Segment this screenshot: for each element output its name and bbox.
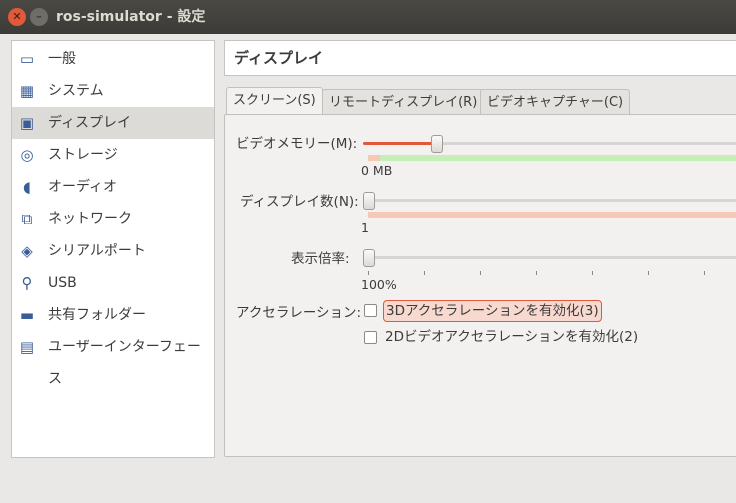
network-icon: ⧉ — [21, 210, 33, 228]
tab-remote-display[interactable]: リモートディスプレイ(R) — [322, 89, 485, 115]
video-memory-label: ビデオメモリー(M): — [236, 136, 358, 152]
screen-tab-panel — [224, 114, 736, 457]
scale-tick — [536, 271, 537, 275]
sidebar-item-user-interface[interactable]: ▤ ユーザーインターフェース — [12, 331, 214, 387]
settings-sidebar: ▭ 一般 ▦ システム ▣ ディスプレイ ◎ ストレージ ◖ オーディオ ⧉ ネ… — [11, 40, 215, 458]
sidebar-item-label: ストレージ — [48, 147, 118, 163]
scale-tick — [480, 271, 481, 275]
accel-3d-checkbox-label[interactable]: 3Dアクセラレーションを有効化(3) — [383, 300, 602, 322]
display-icon: ▣ — [19, 114, 35, 132]
sidebar-item-label: 共有フォルダー — [48, 307, 146, 323]
accel-3d-checkbox[interactable] — [364, 304, 377, 317]
sidebar-item-display[interactable]: ▣ ディスプレイ — [12, 107, 214, 139]
page-header: ディスプレイ — [224, 40, 736, 76]
scale-factor-label: 表示倍率: — [291, 251, 350, 267]
sidebar-item-serial-port[interactable]: ◈ シリアルポート — [12, 235, 214, 267]
serial-port-icon: ◈ — [21, 242, 33, 260]
scale-factor-min-label: 100% — [361, 277, 397, 292]
monitor-count-label: ディスプレイ数(N): — [240, 194, 359, 210]
sidebar-item-usb[interactable]: ⚲ USB — [12, 267, 214, 299]
scale-factor-slider[interactable] — [363, 249, 375, 267]
sidebar-item-label: 一般 — [48, 51, 76, 67]
general-icon: ▭ — [19, 50, 35, 68]
storage-icon: ◎ — [20, 146, 34, 164]
sidebar-item-label: ユーザーインターフェース — [48, 339, 201, 387]
title-bar: ✕ – ros-simulator - 設定 — [0, 0, 736, 34]
sidebar-item-label: ネットワーク — [48, 211, 132, 227]
monitor-count-warn-band — [368, 212, 736, 218]
sidebar-item-label: ディスプレイ — [48, 115, 132, 131]
scale-factor-track — [363, 256, 736, 259]
monitor-count-min-label: 1 — [361, 220, 369, 235]
tab-video-capture[interactable]: ビデオキャプチャー(C) — [480, 89, 631, 115]
user-interface-icon: ▤ — [19, 338, 35, 356]
sidebar-item-label: オーディオ — [48, 179, 118, 195]
scale-tick — [648, 271, 649, 275]
shared-folder-icon: ▬ — [19, 306, 35, 324]
acceleration-label: アクセラレーション: — [236, 305, 362, 321]
usb-icon: ⚲ — [21, 274, 33, 292]
sidebar-item-general[interactable]: ▭ 一般 — [12, 43, 214, 75]
video-memory-min-label: 0 MB — [361, 163, 393, 178]
video-memory-ok-band — [380, 155, 736, 161]
minimize-icon[interactable]: – — [30, 8, 48, 26]
sidebar-item-system[interactable]: ▦ システム — [12, 75, 214, 107]
window-title: ros-simulator - 設定 — [56, 9, 206, 25]
sidebar-item-label: シリアルポート — [48, 243, 146, 259]
scale-tick — [424, 271, 425, 275]
video-memory-slider[interactable] — [431, 135, 443, 153]
video-memory-warn-band — [368, 155, 380, 161]
close-icon[interactable]: ✕ — [8, 8, 26, 26]
tab-screen[interactable]: スクリーン(S) — [226, 87, 323, 115]
sidebar-item-shared-folders[interactable]: ▬ 共有フォルダー — [12, 299, 214, 331]
scale-tick — [368, 271, 369, 275]
accel-2d-checkbox-label[interactable]: 2Dビデオアクセラレーションを有効化(2) — [385, 327, 638, 347]
system-icon: ▦ — [19, 82, 35, 100]
sidebar-item-storage[interactable]: ◎ ストレージ — [12, 139, 214, 171]
accel-2d-checkbox[interactable] — [364, 331, 377, 344]
scale-tick — [704, 271, 705, 275]
sidebar-item-audio[interactable]: ◖ オーディオ — [12, 171, 214, 203]
monitor-count-track — [363, 199, 736, 202]
page-title: ディスプレイ — [234, 49, 323, 67]
monitor-count-slider[interactable] — [363, 192, 375, 210]
sidebar-item-label: USB — [48, 275, 77, 291]
audio-icon: ◖ — [23, 178, 31, 196]
video-memory-fill — [363, 142, 435, 145]
sidebar-item-network[interactable]: ⧉ ネットワーク — [12, 203, 214, 235]
scale-tick — [592, 271, 593, 275]
sidebar-item-label: システム — [48, 83, 104, 99]
